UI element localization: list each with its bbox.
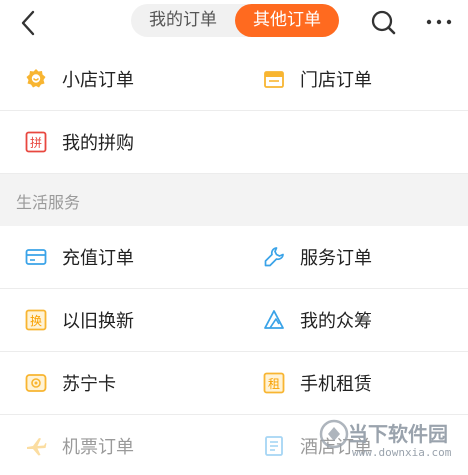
service-row: 苏宁卡 租 手机租赁 xyxy=(0,352,468,415)
rental-icon: 租 xyxy=(263,372,285,394)
crowdfunding-icon xyxy=(264,310,284,329)
order-row: 小店订单 门店订单 xyxy=(0,48,468,111)
order-row: 拼 我的拼购 xyxy=(0,111,468,174)
search-icon[interactable] xyxy=(370,9,398,37)
suning-card-item[interactable]: 苏宁卡 xyxy=(24,352,244,414)
top-bar: 我的订单 其他订单 xyxy=(0,0,468,46)
item-label: 我的拼购 xyxy=(62,133,134,154)
shop-orders-item[interactable]: 小店订单 xyxy=(24,48,244,110)
item-label: 门店订单 xyxy=(300,70,372,91)
recharge-card-icon xyxy=(25,249,47,265)
tab-other-orders[interactable]: 其他订单 xyxy=(235,4,339,37)
trade-in-icon: 换 xyxy=(25,309,47,331)
back-arrow-icon[interactable] xyxy=(16,8,42,38)
service-row: 充值订单 服务订单 xyxy=(0,226,468,289)
trade-in-item[interactable]: 换 以旧换新 xyxy=(24,289,244,351)
svg-text:换: 换 xyxy=(30,314,42,328)
wrench-icon xyxy=(264,247,284,267)
store-icon xyxy=(264,71,284,88)
item-label: 服务订单 xyxy=(300,248,372,269)
shop-icon xyxy=(26,69,46,88)
group-buy-icon: 拼 xyxy=(25,131,47,153)
recharge-orders-item[interactable]: 充值订单 xyxy=(24,226,244,288)
item-label: 机票订单 xyxy=(62,437,134,458)
group-buy-item[interactable]: 拼 我的拼购 xyxy=(24,111,244,173)
section-header: 生活服务 xyxy=(0,174,468,226)
item-label: 小店订单 xyxy=(62,70,134,91)
flight-orders-item[interactable]: 机票订单 xyxy=(24,415,244,475)
suning-card-icon xyxy=(25,374,47,392)
watermark-text: 当下软件园 xyxy=(348,422,448,446)
store-orders-item[interactable]: 门店订单 xyxy=(262,48,462,110)
phone-rental-item[interactable]: 租 手机租赁 xyxy=(262,352,462,414)
svg-text:拼: 拼 xyxy=(30,136,42,150)
hotel-icon xyxy=(265,436,283,456)
item-label: 充值订单 xyxy=(62,248,134,269)
item-label: 苏宁卡 xyxy=(62,374,116,395)
tab-my-orders[interactable]: 我的订单 xyxy=(131,4,235,37)
order-type-switch: 我的订单 其他订单 xyxy=(131,4,339,37)
item-label: 以旧换新 xyxy=(62,311,134,332)
watermark-url: www.downxia.com xyxy=(352,446,452,459)
more-options-icon[interactable] xyxy=(424,12,454,32)
service-row: 换 以旧换新 我的众筹 xyxy=(0,289,468,352)
crowdfunding-item[interactable]: 我的众筹 xyxy=(262,289,462,351)
plane-icon xyxy=(27,438,47,456)
svg-text:租: 租 xyxy=(268,377,280,391)
section-title: 生活服务 xyxy=(16,193,81,212)
item-label: 手机租赁 xyxy=(300,374,372,395)
service-orders-item[interactable]: 服务订单 xyxy=(262,226,462,288)
item-label: 我的众筹 xyxy=(300,311,372,332)
